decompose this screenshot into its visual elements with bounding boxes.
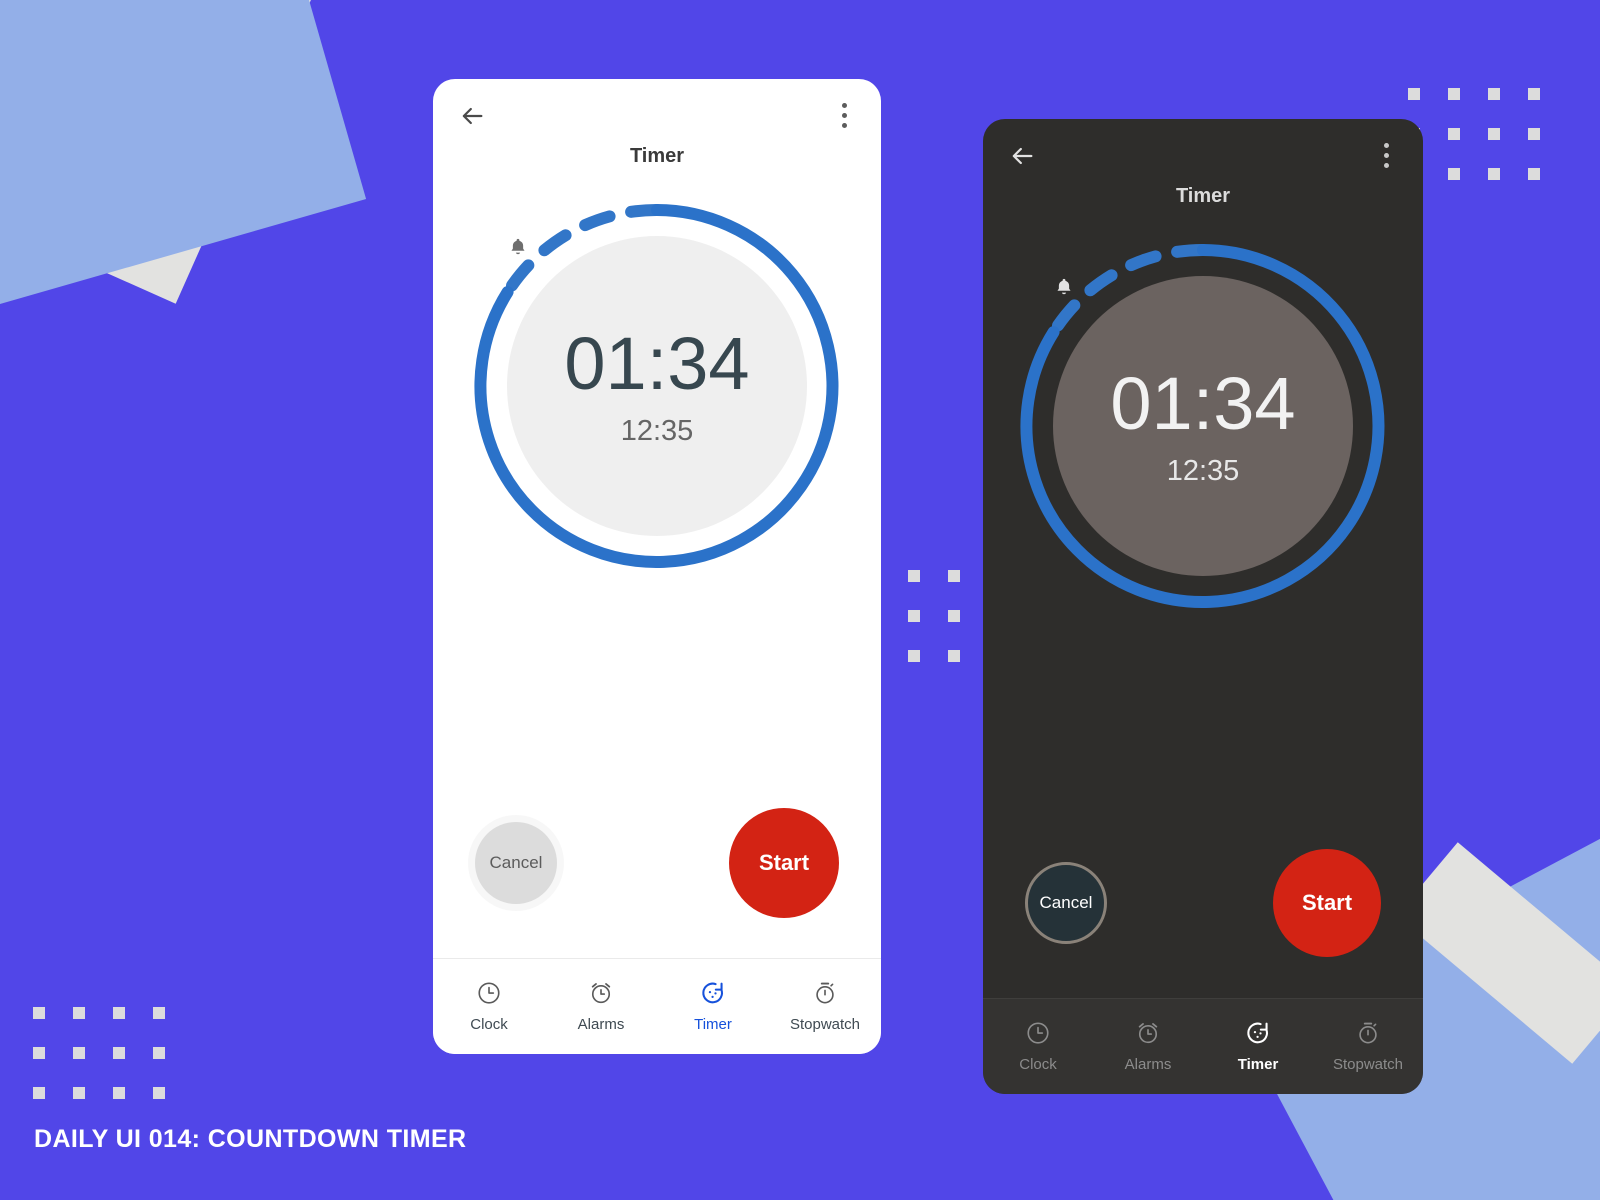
more-vertical-icon-dot	[841, 112, 847, 118]
nav-item-timer[interactable]: Timer	[657, 980, 769, 1033]
start-button[interactable]: Start	[1273, 849, 1381, 957]
timer-dial[interactable]: 01:34 12:35	[1017, 240, 1389, 612]
more-vertical-icon-dot	[1383, 152, 1389, 158]
timer-dial-area: 01:34 12:35	[433, 168, 881, 768]
cancel-button[interactable]: Cancel	[475, 822, 557, 904]
nav-label: Clock	[470, 1016, 508, 1033]
phone-light-theme: Timer 01:34 12:35 Cancel Start Clock Ala…	[433, 79, 881, 1054]
nav-label: Alarms	[577, 1016, 625, 1033]
decor-dot-grid-bottom-left	[33, 1007, 193, 1127]
overflow-menu-button[interactable]	[829, 95, 859, 135]
nav-item-alarms[interactable]: Alarms	[545, 980, 657, 1033]
nav-item-alarms[interactable]: Alarms	[1093, 1020, 1203, 1073]
decor-blue-rect-top-left	[0, 0, 367, 343]
clock-icon	[1027, 1022, 1049, 1044]
clock-icon	[478, 982, 500, 1004]
nav-item-clock[interactable]: Clock	[983, 1020, 1093, 1073]
overflow-menu-button[interactable]	[1371, 135, 1401, 175]
poster-caption: DAILY UI 014: COUNTDOWN TIMER	[34, 1125, 467, 1153]
nav-label: Timer	[694, 1016, 732, 1033]
nav-label: Stopwatch	[1332, 1056, 1404, 1073]
nav-label: Clock	[1019, 1056, 1057, 1073]
decor-dot-grid-top-right	[1408, 88, 1568, 208]
back-button[interactable]	[1005, 139, 1039, 173]
bottom-navigation-light: Clock Alarms Timer Stopwatch	[433, 958, 881, 1054]
nav-item-timer[interactable]: Timer	[1203, 1020, 1313, 1073]
alarm-finish-time: 12:35	[1166, 454, 1240, 487]
stopwatch-icon	[816, 982, 834, 1004]
nav-label: Alarms	[1124, 1056, 1172, 1073]
bell-icon	[511, 238, 525, 255]
alarm-finish-row: 12:35	[1057, 278, 1240, 487]
nav-item-stopwatch[interactable]: Stopwatch	[769, 980, 881, 1033]
more-vertical-icon-dot	[841, 122, 847, 128]
app-bar-light	[433, 79, 881, 139]
alarm-finish-time: 12:35	[620, 414, 694, 447]
phone-dark-theme: Timer 01:34 12:35 Cancel Start Clock Ala…	[983, 119, 1423, 1094]
timer-actions-light: Cancel Start	[433, 768, 881, 958]
timer-readout[interactable]: 01:34 12:35	[507, 236, 807, 536]
arrow-left-icon	[462, 107, 483, 125]
stopwatch-icon	[1359, 1022, 1377, 1044]
alarm-finish-row: 12:35	[511, 238, 694, 447]
nav-item-clock[interactable]: Clock	[433, 980, 545, 1033]
alarm-icon	[1138, 1023, 1158, 1044]
more-vertical-icon-dot	[1383, 142, 1389, 148]
more-vertical-icon-dot	[1383, 162, 1389, 168]
more-vertical-icon-dot	[841, 102, 847, 108]
bell-icon	[1057, 278, 1071, 295]
timer-remaining-value: 01:34	[564, 321, 750, 405]
timer-remaining-value: 01:34	[1110, 361, 1296, 445]
timer-readout[interactable]: 01:34 12:35	[1053, 276, 1353, 576]
nav-label: Timer	[1237, 1056, 1279, 1073]
arrow-left-icon	[1012, 147, 1033, 165]
nav-item-stopwatch[interactable]: Stopwatch	[1313, 1020, 1423, 1073]
back-button[interactable]	[455, 99, 489, 133]
poster-canvas: Timer 01:34 12:35 Cancel Start Clock Ala…	[0, 0, 1600, 1200]
timer-actions-dark: Cancel Start	[983, 808, 1423, 998]
bottom-navigation-dark: Clock Alarms Timer Stopwatch	[983, 998, 1423, 1094]
cancel-button[interactable]: Cancel	[1025, 862, 1107, 944]
app-bar-dark	[983, 119, 1423, 179]
page-title: Timer	[629, 145, 685, 167]
timer-dial-area: 01:34 12:35	[983, 208, 1423, 808]
timer-dial[interactable]: 01:34 12:35	[471, 200, 843, 572]
alarm-icon	[591, 983, 611, 1004]
nav-label: Stopwatch	[789, 1016, 861, 1033]
start-button[interactable]: Start	[729, 808, 839, 918]
timer-icon	[702, 982, 723, 1004]
page-title: Timer	[1175, 185, 1231, 207]
timer-icon	[1247, 1022, 1268, 1044]
